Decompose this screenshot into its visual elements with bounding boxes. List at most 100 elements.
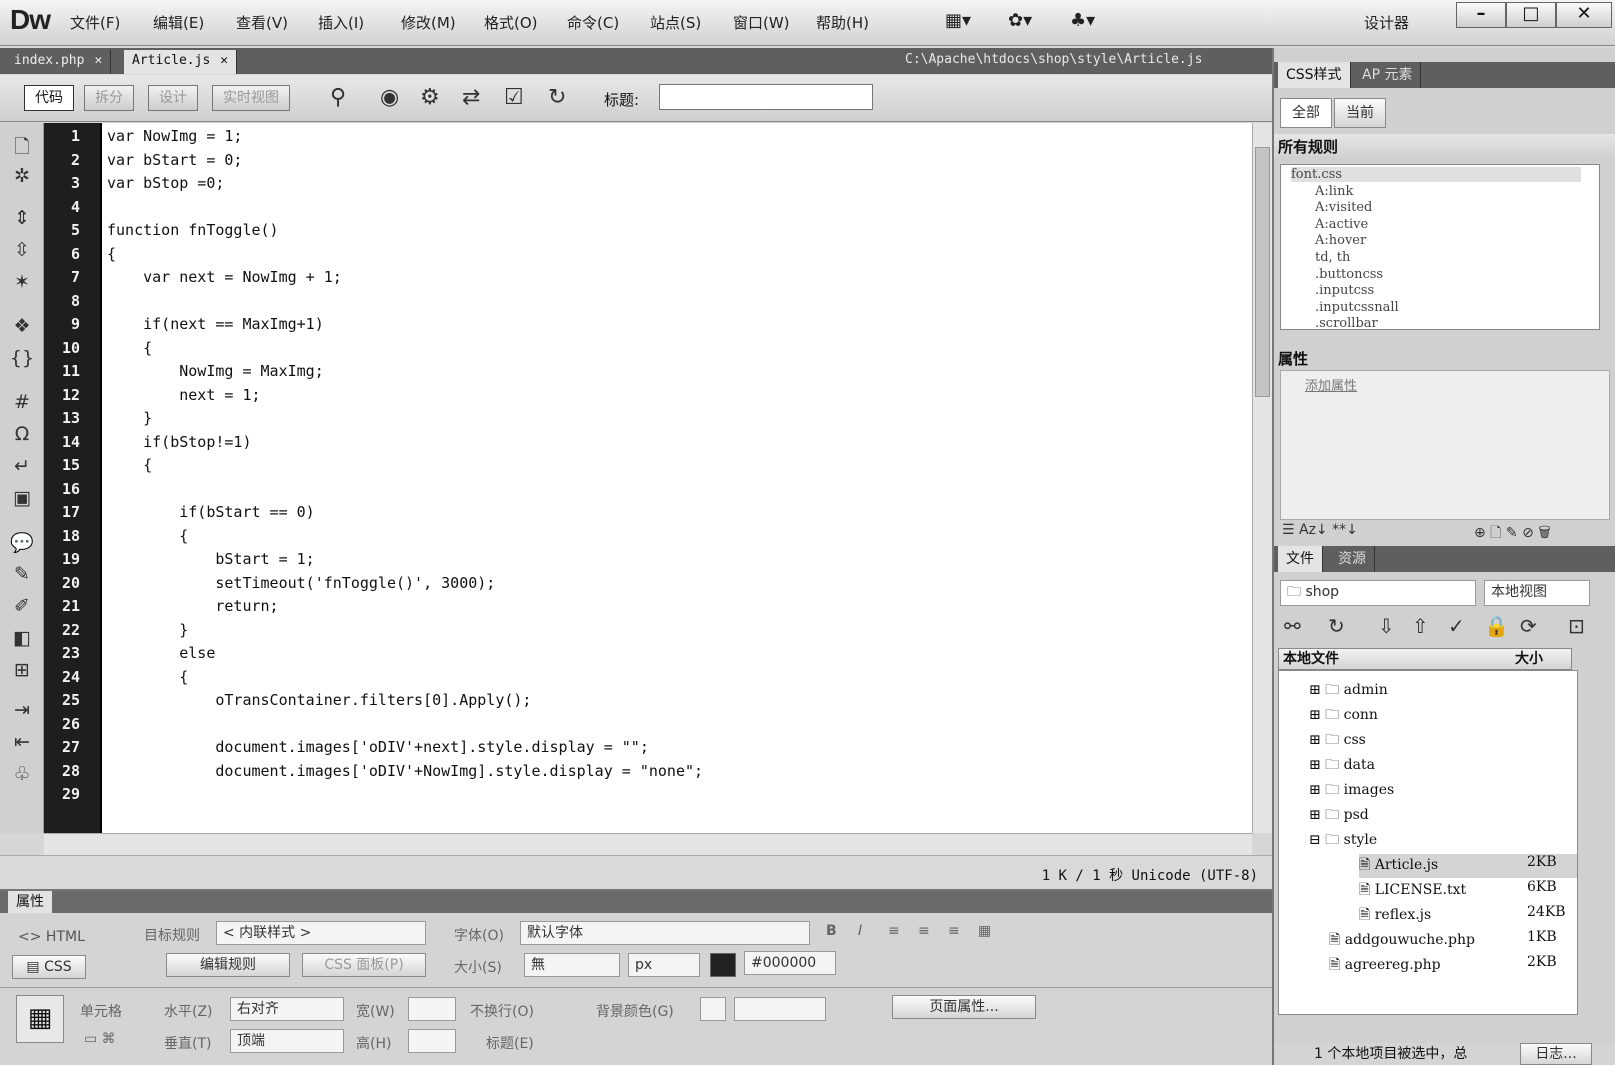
site-icon[interactable]: ♣▾ [1070, 10, 1095, 31]
css-mode-button[interactable]: ▤ CSS [12, 955, 86, 979]
css-rule-item[interactable]: A:visited [1315, 200, 1372, 215]
live-view-button[interactable]: 实时视图 [212, 85, 290, 111]
get-files-icon[interactable]: ⇩ [1378, 614, 1395, 638]
word-wrap-icon[interactable]: ↵ [9, 455, 35, 477]
properties-tab[interactable]: 属性 [8, 891, 52, 913]
show-category-view-icon[interactable]: ☰ Az↓ **↓ [1282, 522, 1358, 538]
select-parent-tag-icon[interactable]: ❖ [9, 315, 35, 337]
menu-file[interactable]: 文件(F) [70, 12, 120, 33]
minimize-button[interactable]: – [1456, 2, 1506, 28]
page-properties-button[interactable]: 页面属性... [892, 995, 1036, 1019]
menu-site[interactable]: 站点(S) [650, 12, 701, 33]
folder-item[interactable]: ⊞ 🗀 admin [1309, 679, 1388, 703]
layout-icon[interactable]: ▦▾ [945, 10, 971, 31]
color-swatch[interactable] [710, 953, 736, 977]
horz-select[interactable]: 右对齐 [230, 997, 344, 1021]
align-left-icon[interactable]: ≡ [888, 923, 900, 939]
css-rule-item[interactable]: .inputcssnall [1315, 300, 1399, 315]
css-rule-item[interactable]: A:link [1315, 184, 1353, 199]
color-input[interactable]: #000000 [744, 951, 836, 975]
size-column[interactable]: 大小 [1515, 649, 1543, 669]
italic-button[interactable]: I [858, 923, 862, 939]
recent-snippets-icon[interactable]: ◧ [9, 627, 35, 649]
css-rule-item[interactable]: A:hover [1315, 233, 1366, 248]
css-actions-icon[interactable]: ⊕ 🗋 ✎ ⊘ 🗑 [1474, 522, 1551, 546]
merge-cells-icon[interactable]: ▭ ⌘ [84, 1031, 116, 1047]
expand-panel-icon[interactable]: ⊡ [1568, 614, 1585, 638]
collapse-tag-icon[interactable]: ⇕ [9, 207, 35, 229]
move-css-icon[interactable]: ⊞ [9, 659, 35, 681]
syntax-coloring-icon[interactable]: ▣ [9, 487, 35, 509]
tab-files[interactable]: 文件 [1278, 546, 1323, 572]
show-code-navigator-icon[interactable]: ✲ [9, 165, 35, 187]
horizontal-scrollbar[interactable] [44, 833, 1252, 855]
menu-edit[interactable]: 编辑(E) [153, 12, 204, 33]
connect-icon[interactable]: ⚯ [1284, 614, 1301, 638]
title-input[interactable] [659, 84, 873, 110]
folder-item[interactable]: ⊞ 🗀 conn [1309, 704, 1378, 728]
preview-browser-icon[interactable]: ◉ [380, 85, 399, 110]
tab-assets[interactable]: 资源 [1330, 546, 1375, 572]
css-rule-item[interactable]: A:active [1315, 217, 1368, 232]
bg-color-input[interactable] [734, 997, 826, 1021]
close-icon[interactable]: ✕ [220, 53, 228, 68]
menu-modify[interactable]: 修改(M) [401, 12, 456, 33]
collapse-selection-icon[interactable]: ⇳ [9, 239, 35, 261]
scroll-thumb[interactable] [1255, 147, 1270, 397]
tab-css-styles[interactable]: CSS样式 [1278, 62, 1351, 88]
tab-ap-elements[interactable]: AP 元素 [1354, 62, 1422, 88]
menu-commands[interactable]: 命令(C) [567, 12, 619, 33]
check-out-icon[interactable]: ✓ [1448, 614, 1465, 638]
expand-all-icon[interactable]: ✶ [9, 271, 35, 293]
size-select[interactable]: 無 [524, 953, 620, 977]
balance-braces-icon[interactable]: {} [9, 347, 35, 369]
file-item[interactable]: 🗎 reflex.js [1359, 904, 1431, 928]
height-input[interactable] [408, 1029, 456, 1053]
folder-item[interactable]: ⊞ 🗀 data [1309, 754, 1375, 778]
folder-item[interactable]: ⊞ 🗀 css [1309, 729, 1366, 753]
refresh-icon[interactable]: ↻ [1328, 614, 1345, 638]
debug-icon[interactable]: ⚙ [420, 85, 440, 110]
validate-icon[interactable]: ☑ [504, 85, 524, 110]
menu-view[interactable]: 查看(V) [236, 12, 288, 33]
code-view-button[interactable]: 代码 [24, 85, 74, 111]
maximize-button[interactable]: □ [1506, 2, 1556, 28]
apply-comment-icon[interactable]: 💬 [9, 531, 35, 554]
outdent-code-icon[interactable]: ⇤ [9, 731, 35, 753]
css-panel-button[interactable]: CSS 面板(P) [302, 953, 426, 977]
check-in-icon[interactable]: 🔒 [1484, 614, 1509, 638]
menu-help[interactable]: 帮助(H) [816, 12, 869, 33]
open-documents-icon[interactable]: 🗋 [9, 133, 35, 165]
file-item[interactable]: 🗎 LICENSE.txt [1359, 879, 1466, 903]
css-rule-item[interactable]: .buttoncss [1315, 267, 1383, 282]
folder-item[interactable]: ⊟ 🗀 style [1309, 829, 1377, 853]
css-rules-tree[interactable]: font.css A:link A:visited A:active A:hover td… [1280, 164, 1600, 330]
refresh-icon[interactable]: ↻ [548, 85, 566, 110]
file-management-icon[interactable]: ⇄ [462, 85, 480, 110]
menu-format[interactable]: 格式(O) [484, 12, 538, 33]
remove-comment-icon[interactable]: ✎ [9, 563, 35, 585]
edit-rule-button[interactable]: 编辑规则 [166, 953, 290, 977]
design-view-button[interactable]: 设计 [148, 85, 198, 111]
local-files-column[interactable]: 本地文件 [1283, 651, 1339, 667]
close-icon[interactable]: ✕ [94, 53, 102, 68]
css-rule-item[interactable]: .scrollbar [1315, 316, 1378, 329]
bg-color-swatch[interactable] [700, 997, 726, 1021]
css-file-node[interactable]: font.css [1291, 167, 1581, 182]
put-files-icon[interactable]: ⇧ [1412, 614, 1429, 638]
workspace-switcher[interactable]: 设计器 [1364, 12, 1409, 33]
view-select[interactable]: 本地视图 [1484, 580, 1590, 606]
file-item[interactable]: 🗎 agreereg.php [1329, 954, 1441, 978]
vertical-scrollbar[interactable] [1252, 123, 1272, 833]
target-rule-select[interactable]: < 内联样式 > [216, 921, 426, 945]
line-numbers-icon[interactable]: # [9, 391, 35, 413]
unit-select[interactable]: px [628, 953, 700, 977]
wrap-tag-icon[interactable]: ✐ [9, 595, 35, 617]
all-mode-button[interactable]: 全部 [1280, 98, 1332, 128]
css-rule-item[interactable]: td, th [1315, 250, 1350, 265]
folder-item[interactable]: ⊞ 🗀 psd [1309, 804, 1369, 828]
vert-select[interactable]: 顶端 [230, 1029, 344, 1053]
tab-article-js[interactable]: Article.js ✕ [124, 50, 238, 74]
current-mode-button[interactable]: 当前 [1334, 98, 1386, 128]
attributes-list[interactable]: 添加属性 [1280, 370, 1610, 520]
